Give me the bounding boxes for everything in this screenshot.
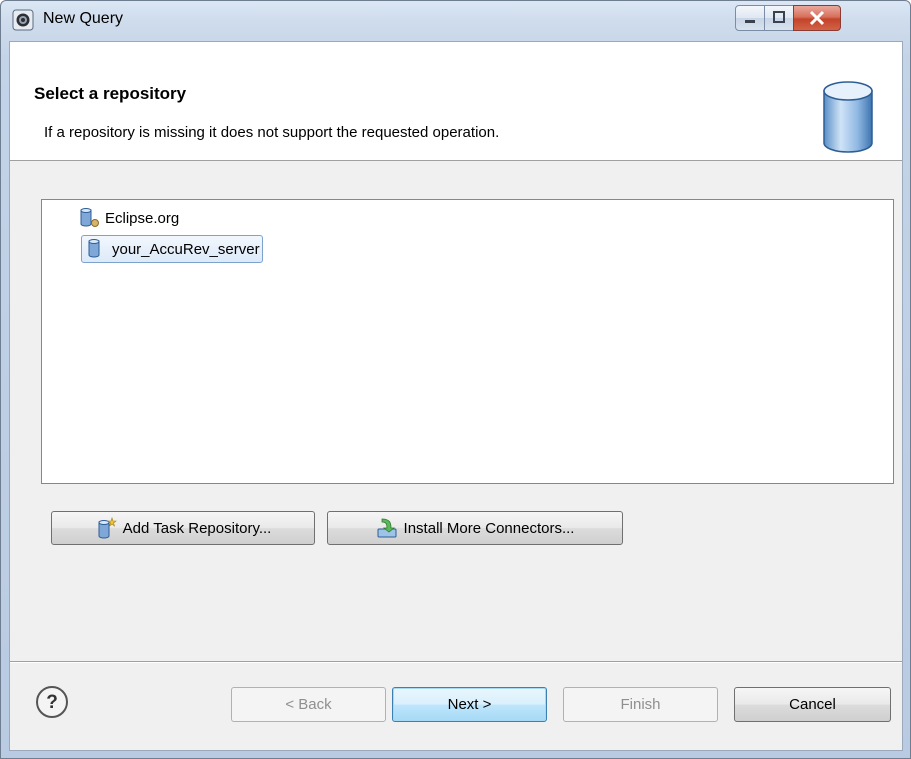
add-task-repository-button[interactable]: Add Task Repository...: [51, 511, 315, 545]
close-button[interactable]: [793, 5, 841, 31]
list-item-selected[interactable]: your_AccuRev_server: [81, 235, 263, 263]
repository-label: Eclipse.org: [105, 209, 180, 227]
help-icon[interactable]: ?: [35, 685, 69, 719]
title-bar[interactable]: New Query: [1, 1, 910, 41]
repository-web-icon: [80, 208, 99, 227]
close-icon: [809, 10, 825, 26]
repository-label: your_AccuRev_server: [112, 240, 260, 258]
back-button[interactable]: < Back: [231, 687, 386, 722]
dialog-client-area: Select a repository If a repository is m…: [9, 41, 903, 751]
maximize-icon: [773, 11, 785, 23]
minimize-button[interactable]: [735, 5, 765, 31]
wizard-header: Select a repository If a repository is m…: [10, 42, 902, 161]
next-button[interactable]: Next >: [392, 687, 547, 722]
eclipse-app-icon: [12, 9, 34, 31]
page-title: Select a repository: [34, 84, 187, 103]
cancel-button[interactable]: Cancel: [734, 687, 891, 722]
repository-banner-icon: [823, 81, 873, 153]
install-more-connectors-button[interactable]: Install More Connectors...: [327, 511, 623, 545]
repository-list[interactable]: Eclipse.org your_AccuRev_server: [41, 199, 894, 484]
maximize-button[interactable]: [764, 5, 794, 31]
finish-button[interactable]: Finish: [563, 687, 718, 722]
window-title: New Query: [43, 10, 124, 27]
minimize-icon: [745, 20, 755, 23]
repository-icon: [88, 239, 100, 258]
page-description: If a repository is missing it does not s…: [44, 124, 500, 141]
install-connectors-icon: [377, 518, 397, 538]
dialog-window: New Query Select a repository If a repos…: [0, 0, 911, 759]
footer-separator: [10, 661, 902, 663]
install-more-connectors-label: Install More Connectors...: [403, 519, 575, 537]
add-repository-icon: [98, 517, 117, 539]
svg-text:?: ?: [46, 692, 58, 713]
add-task-repository-label: Add Task Repository...: [122, 519, 272, 537]
list-item[interactable]: Eclipse.org: [78, 205, 179, 231]
window-controls: [735, 5, 900, 33]
